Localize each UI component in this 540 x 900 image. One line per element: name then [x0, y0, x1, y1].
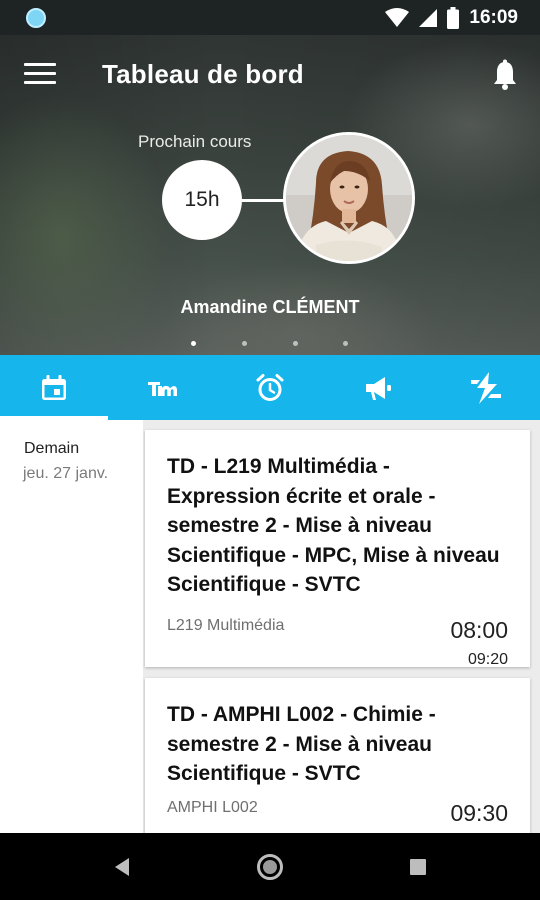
page-title: Tableau de bord — [102, 59, 304, 89]
calendar-icon — [42, 374, 66, 400]
tab-schedule[interactable] — [0, 355, 108, 420]
tab-bar — [0, 355, 540, 420]
wifi-icon — [385, 8, 410, 27]
course-room: AMPHI L002 — [167, 799, 258, 816]
schedule-list: Demain jeu. 27 janv. TD - L219 Multimédi… — [0, 420, 540, 833]
back-icon — [115, 857, 129, 876]
tab-announcements[interactable] — [324, 355, 432, 420]
course-title: TD - AMPHI L002 - Chimie - semestre 2 - … — [167, 703, 436, 785]
recents-button[interactable] — [396, 833, 440, 900]
course-start-time: 09:30 — [450, 800, 508, 826]
course-room: L219 Multimédia — [167, 617, 285, 634]
home-button[interactable] — [248, 833, 292, 900]
course-title: TD - L219 Multimédia - Expression écrite… — [167, 455, 500, 596]
navigation-bar — [0, 833, 540, 900]
back-button[interactable] — [100, 833, 144, 900]
carousel-dot[interactable] — [293, 341, 298, 346]
next-course-time[interactable]: 15h — [162, 160, 242, 240]
day-header: Demain jeu. 27 janv. — [0, 420, 143, 833]
grades-icon — [148, 381, 177, 396]
course-start-time: 08:00 — [450, 617, 508, 643]
course-card[interactable]: TD - L219 Multimédia - Expression écrite… — [145, 430, 530, 668]
teacher-name: Amandine CLÉMENT — [180, 297, 360, 317]
teacher-avatar[interactable] — [283, 132, 415, 264]
carousel-dot[interactable] — [191, 341, 196, 346]
tab-activity[interactable] — [432, 355, 540, 420]
status-bar: 16:09 — [0, 0, 540, 35]
tab-grades[interactable] — [108, 355, 216, 420]
carousel-indicator — [0, 341, 540, 349]
carousel-dot[interactable] — [343, 341, 348, 346]
next-course-label: Prochain cours — [138, 132, 252, 151]
person-photo — [286, 135, 412, 261]
connector-line — [242, 199, 286, 202]
day-label: Demain — [24, 440, 80, 457]
status-icons: 16:09 — [385, 6, 518, 30]
menu-icon — [24, 63, 56, 66]
status-time: 16:09 — [469, 7, 518, 28]
recents-icon — [410, 858, 426, 875]
day-date: jeu. 27 janv. — [23, 465, 109, 482]
course-card[interactable]: TD - AMPHI L002 - Chimie - semestre 2 - … — [145, 678, 530, 833]
signal-icon — [419, 9, 438, 27]
lightning-icon — [471, 371, 501, 404]
alarm-clock-icon — [256, 373, 284, 401]
course-end-time: 09:20 — [467, 651, 508, 668]
menu-button[interactable] — [24, 63, 56, 89]
carousel-dot[interactable] — [242, 341, 247, 346]
battery-icon — [447, 7, 460, 29]
notification-icon — [26, 8, 46, 28]
megaphone-icon — [366, 376, 391, 400]
tab-alarms[interactable] — [216, 355, 324, 420]
bell-icon[interactable] — [490, 59, 520, 91]
home-icon — [257, 853, 283, 880]
dashboard-header: Tableau de bord Prochain cours 15h Amand… — [0, 35, 540, 355]
